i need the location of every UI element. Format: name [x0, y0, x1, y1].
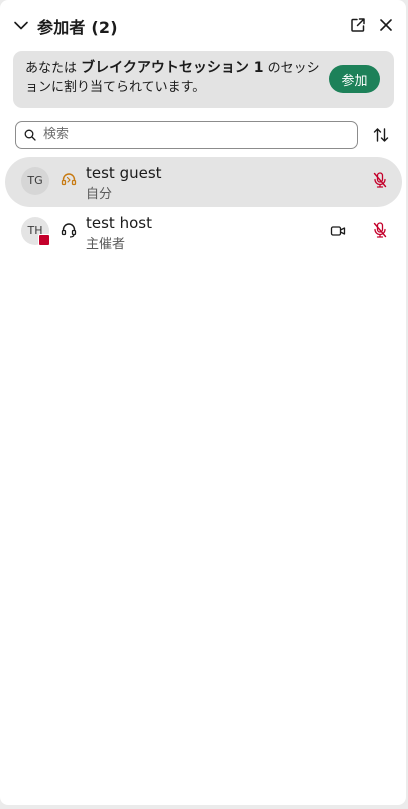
participants-panel: 参加者 (2) あなたは ブレイクアウトセッション 1 のセッションに割り当てら… [0, 0, 406, 805]
close-icon[interactable] [377, 16, 395, 34]
avatar: TH [21, 217, 50, 246]
headset-connected-icon [60, 171, 78, 189]
microphone-muted-icon[interactable] [372, 221, 388, 239]
video-camera-icon[interactable] [330, 223, 346, 239]
panel-header: 参加者 (2) [0, 0, 406, 52]
join-button[interactable]: 参加 [329, 65, 380, 93]
participant-row-self[interactable]: TG test guest 自分 [5, 157, 402, 207]
search-box[interactable] [15, 121, 358, 149]
breakout-session-name: ブレイクアウトセッション 1 [81, 60, 264, 76]
avatar: TG [21, 167, 49, 195]
participant-name: test host [86, 214, 152, 232]
microphone-muted-icon[interactable] [372, 171, 388, 189]
participant-name: test guest [86, 164, 162, 182]
participant-row-host[interactable]: TH test host 主催者 [5, 207, 402, 257]
host-badge-icon [38, 234, 50, 246]
panel-title: 参加者 (2) [37, 18, 118, 37]
participant-role: 自分 [86, 187, 113, 202]
search-input[interactable] [43, 125, 343, 144]
sort-icon[interactable] [372, 126, 390, 144]
breakout-assignment-banner: あなたは ブレイクアウトセッション 1 のセッションに割り当てられています。 参… [13, 51, 394, 108]
banner-message: あなたは ブレイクアウトセッション 1 のセッションに割り当てられています。 [25, 59, 330, 97]
participant-role: 主催者 [86, 237, 126, 252]
popout-icon[interactable] [349, 16, 367, 34]
headset-icon [60, 221, 78, 239]
chevron-down-icon[interactable] [12, 16, 30, 34]
search-icon [24, 129, 36, 141]
banner-text-before: あなたは [25, 61, 82, 76]
